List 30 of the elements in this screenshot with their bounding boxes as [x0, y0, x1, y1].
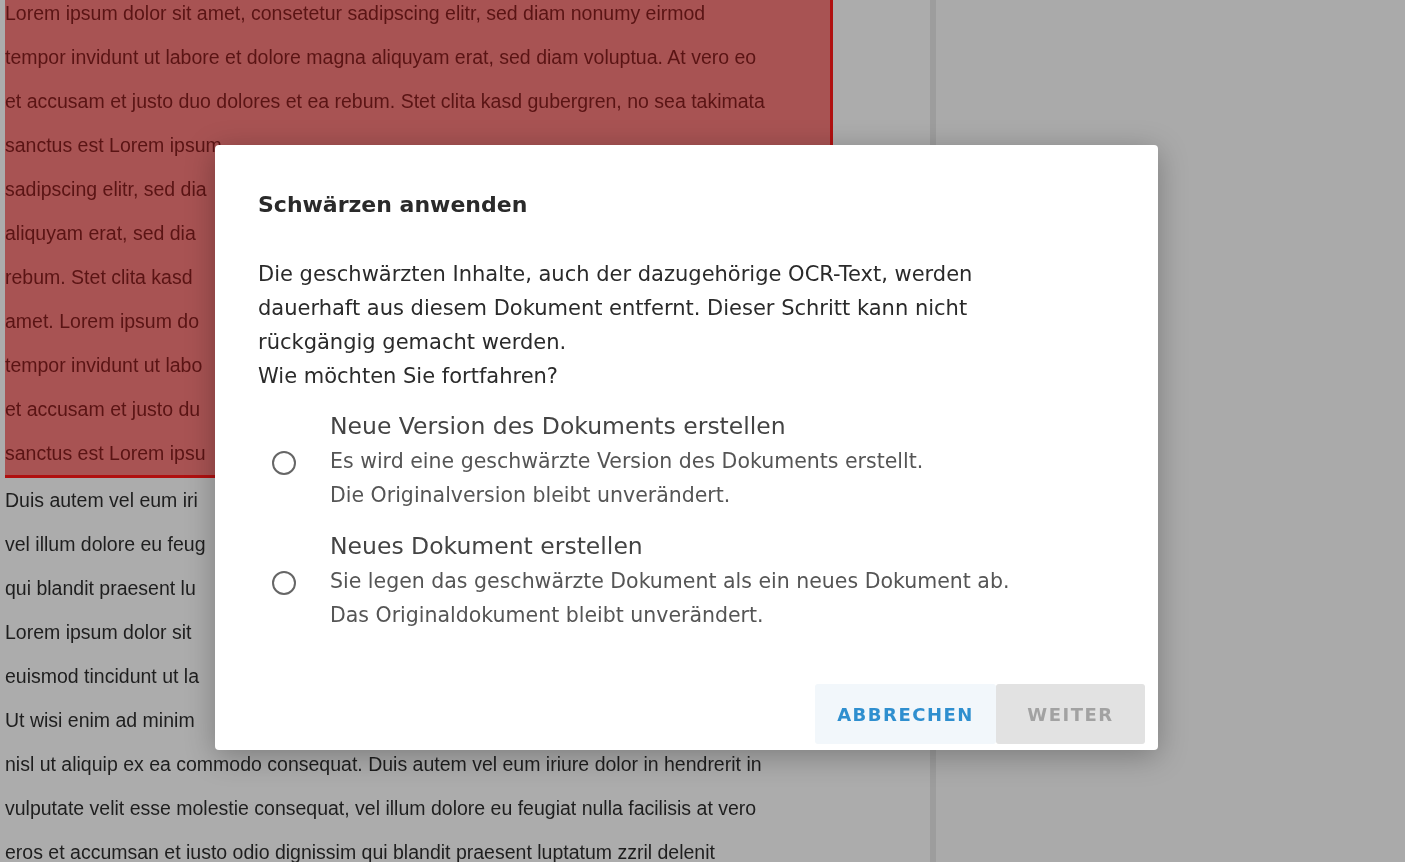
document-line: tempor invidunt ut labo [5, 353, 203, 378]
document-line: Duis autem vel eum iri [5, 488, 198, 513]
document-line: sadipscing elitr, sed dia [5, 177, 207, 202]
document-line: Ut wisi enim ad minim [5, 708, 195, 733]
document-line: Lorem ipsum dolor sit amet, consetetur sadipscing elitr, sed diam nonumy eirmod [5, 1, 706, 26]
document-line: et accusam et justo du [5, 397, 201, 422]
option-description: Es wird eine geschwärzte Version des Dokuments erstellt. [330, 448, 924, 475]
document-line: sanctus est Lorem ipsu [5, 441, 206, 466]
dialog-message: Die geschwärzten Inhalte, auch der dazugehörige OCR-Text, werden dauerhaft aus diesem Dokument entfernt. Dieser Schritt kann nicht rückgängig gemacht werden. [258, 261, 974, 356]
document-line: nisl ut aliquip ex ea commodo consequat. Duis autem vel eum iriure dolor in hendrerit in [5, 752, 762, 777]
document-line: sanctus est Lorem ipsum [5, 133, 222, 158]
document-line: euismod tincidunt ut la [5, 664, 200, 689]
document-line: vel illum dolore eu feug [5, 532, 206, 557]
radio-button[interactable] [272, 451, 296, 475]
option-description: Sie legen das geschwärzte Dokument als ein neues Dokument ab. [330, 568, 1010, 595]
document-line: aliquyam erat, sed dia [5, 221, 196, 246]
dialog-title: Schwärzen anwenden [258, 191, 529, 219]
document-line: vulputate velit esse molestie consequat, vel illum dolore eu feugiat nulla facilisis at vero [5, 796, 757, 821]
dialog-message: Wie möchten Sie fortfahren? [258, 363, 560, 390]
document-line: Lorem ipsum dolor sit [5, 620, 192, 645]
radio-button[interactable] [272, 571, 296, 595]
document-line: et accusam et justo duo dolores et ea rebum. Stet clita kasd gubergren, no sea takimata [5, 89, 765, 114]
option-description: Das Originaldokument bleibt unverändert. [330, 602, 765, 629]
document-line: rebum. Stet clita kasd [5, 265, 193, 290]
document-line: amet. Lorem ipsum do [5, 309, 199, 334]
option-label[interactable]: Neue Version des Dokuments erstellen [330, 408, 786, 444]
option-description: Die Originalversion bleibt unverändert. [330, 482, 732, 509]
option-label[interactable]: Neues Dokument erstellen [330, 528, 643, 564]
document-line: tempor invidunt ut labore et dolore magna aliquyam erat, sed diam voluptua. At vero eo [5, 45, 757, 70]
document-line: qui blandit praesent lu [5, 576, 196, 601]
